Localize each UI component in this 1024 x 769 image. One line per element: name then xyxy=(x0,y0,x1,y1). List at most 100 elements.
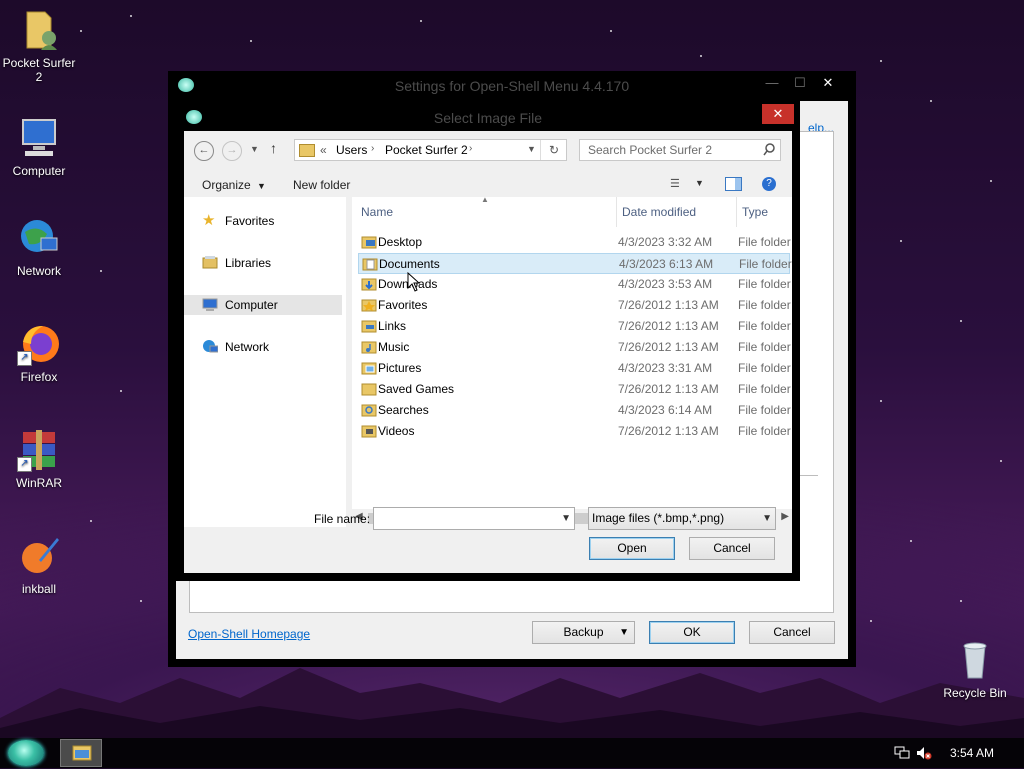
mouse-cursor-icon xyxy=(407,272,421,292)
file-type: File folder xyxy=(738,277,791,291)
search-placeholder: Search Pocket Surfer 2 xyxy=(588,143,713,157)
navigation-pane: ★ Favorites Libraries Computer Network xyxy=(184,197,346,527)
backup-button[interactable]: Backup ▼ xyxy=(532,621,635,644)
dropdown-arrow-icon[interactable]: ▼ xyxy=(561,508,571,529)
cancel-button[interactable]: Cancel xyxy=(749,621,835,644)
file-row[interactable]: Music 7/26/2012 1:13 AM File folder xyxy=(358,337,791,358)
file-type-value: Image files (*.bmp,*.png) xyxy=(592,511,725,525)
favorites-folder-icon xyxy=(361,298,377,312)
network-tray-icon[interactable] xyxy=(894,746,910,760)
file-date: 4/3/2023 6:14 AM xyxy=(618,403,713,417)
forward-arrow-icon: → xyxy=(226,144,238,156)
search-icon xyxy=(763,142,775,156)
file-type-select[interactable]: Image files (*.bmp,*.png) ▼ xyxy=(588,507,776,530)
nav-item-computer[interactable]: Computer xyxy=(184,295,342,315)
start-orb-icon[interactable] xyxy=(8,740,44,766)
dropdown-arrow-icon: ▼ xyxy=(619,627,629,638)
desktop-icon-network[interactable]: Network xyxy=(0,216,78,278)
desktop-icon-label: WinRAR xyxy=(15,476,62,490)
view-options-icon[interactable]: ☰ xyxy=(670,178,688,190)
music-folder-icon xyxy=(361,340,377,354)
dialog-title: Select Image File xyxy=(433,110,543,126)
column-separator[interactable] xyxy=(616,197,617,227)
desktop-icon-label: Computer xyxy=(12,164,66,178)
open-button[interactable]: Open xyxy=(589,537,675,560)
shortcut-arrow-icon: ↗ xyxy=(17,457,32,472)
forward-button[interactable]: → xyxy=(222,141,242,161)
up-button[interactable]: ↑ xyxy=(270,140,277,156)
file-name: Desktop xyxy=(378,235,423,249)
file-row[interactable]: Videos 7/26/2012 1:13 AM File folder xyxy=(358,421,791,442)
file-row[interactable]: Searches 4/3/2023 6:14 AM File folder xyxy=(358,400,791,421)
organize-button[interactable]: Organize ▼ xyxy=(202,178,266,192)
search-box[interactable]: Search Pocket Surfer 2 xyxy=(579,139,781,161)
desktop-icon-label: Recycle Bin xyxy=(943,686,1007,700)
column-header-name[interactable]: Name xyxy=(361,205,393,219)
file-row[interactable]: Links 7/26/2012 1:13 AM File folder xyxy=(358,316,791,337)
file-type: File folder xyxy=(738,298,791,312)
view-dropdown-icon[interactable]: ▼ xyxy=(695,178,704,188)
file-row[interactable]: Downloads 4/3/2023 3:53 AM File folder xyxy=(358,274,791,295)
scroll-right-icon[interactable]: ▶ xyxy=(781,511,789,522)
taskbar-file-explorer[interactable] xyxy=(60,739,102,767)
column-separator[interactable] xyxy=(736,197,737,227)
desktop-icon-pocket-surfer[interactable]: Pocket Surfer 2 xyxy=(0,8,78,84)
nav-label: Favorites xyxy=(225,214,275,228)
file-name-input[interactable]: ▼ xyxy=(373,507,575,530)
breadcrumb-pocket-surfer[interactable]: Pocket Surfer 2 xyxy=(385,143,468,157)
pictures-folder-icon xyxy=(361,361,377,375)
desktop-icon-label: Pocket Surfer 2 xyxy=(2,56,76,84)
back-button[interactable]: ← xyxy=(194,141,214,161)
star-icon: ★ xyxy=(202,212,216,229)
back-arrow-icon: ← xyxy=(198,144,210,156)
column-header-type[interactable]: Type xyxy=(742,205,768,219)
dialog-close-button[interactable]: ✕ xyxy=(762,104,794,124)
file-type: File folder xyxy=(738,403,791,417)
nav-label: Libraries xyxy=(225,256,272,270)
file-name: Favorites xyxy=(378,298,428,312)
help-icon[interactable]: ? xyxy=(762,177,776,191)
desktop-icon-winrar[interactable]: ↗ WinRAR xyxy=(0,428,78,490)
shortcut-arrow-icon: ↗ xyxy=(17,351,32,366)
file-name: Videos xyxy=(378,424,415,438)
close-button[interactable]: ✕ xyxy=(810,71,846,95)
homepage-link[interactable]: Open-Shell Homepage xyxy=(188,627,310,641)
column-header-date[interactable]: Date modified xyxy=(622,205,696,219)
dialog-cancel-button[interactable]: Cancel xyxy=(689,537,775,560)
select-image-dialog: Select Image File ✕ ← → ▼ ↑ « Users › Po… xyxy=(176,101,800,581)
refresh-icon[interactable]: ↻ xyxy=(540,140,567,160)
new-folder-button[interactable]: New folder xyxy=(293,178,350,192)
preview-pane-icon[interactable] xyxy=(725,177,742,191)
file-name: Links xyxy=(378,319,407,333)
file-name: Saved Games xyxy=(378,382,455,396)
breadcrumb-users[interactable]: Users xyxy=(336,143,367,157)
desktop-icon-recycle-bin[interactable]: Recycle Bin xyxy=(936,638,1014,700)
file-row-selected[interactable]: Documents 4/3/2023 6:13 AM File folder xyxy=(358,253,792,274)
address-overflow[interactable]: « xyxy=(320,143,327,157)
file-row[interactable]: Saved Games 7/26/2012 1:13 AM File folde… xyxy=(358,379,791,400)
file-row[interactable]: Pictures 4/3/2023 3:31 AM File folder xyxy=(358,358,791,379)
file-date: 7/26/2012 1:13 AM xyxy=(618,340,719,354)
documents-folder-icon xyxy=(362,257,378,271)
clock[interactable]: 3:54 AM xyxy=(950,746,994,760)
sort-indicator-icon: ▲ xyxy=(481,197,489,204)
nav-label: Computer xyxy=(225,298,278,312)
desktop-folder-icon xyxy=(361,235,377,249)
file-name: Searches xyxy=(378,403,429,417)
desktop-icon-firefox[interactable]: ↗ Firefox xyxy=(0,322,78,384)
user-folder-icon xyxy=(17,8,61,52)
desktop-icon-computer[interactable]: Computer xyxy=(0,116,78,178)
desktop-icon-inkball[interactable]: inkball xyxy=(0,534,78,596)
file-date: 7/26/2012 1:13 AM xyxy=(618,382,719,396)
volume-muted-icon[interactable] xyxy=(916,746,932,760)
file-row[interactable]: Desktop 4/3/2023 3:32 AM File folder xyxy=(358,232,791,253)
ok-button[interactable]: OK xyxy=(649,621,735,644)
system-tray: 3:54 AM xyxy=(824,738,1024,768)
recent-locations-button[interactable]: ▼ xyxy=(250,144,259,154)
recycle-bin-icon xyxy=(953,638,997,682)
file-row[interactable]: Favorites 7/26/2012 1:13 AM File folder xyxy=(358,295,791,316)
settings-title: Settings for Open-Shell Menu 4.4.170 xyxy=(394,78,630,94)
searches-folder-icon xyxy=(361,403,377,417)
address-dropdown-icon[interactable]: ▼ xyxy=(527,144,536,154)
address-bar[interactable]: « Users › Pocket Surfer 2 › ▼ ↻ xyxy=(294,139,567,161)
